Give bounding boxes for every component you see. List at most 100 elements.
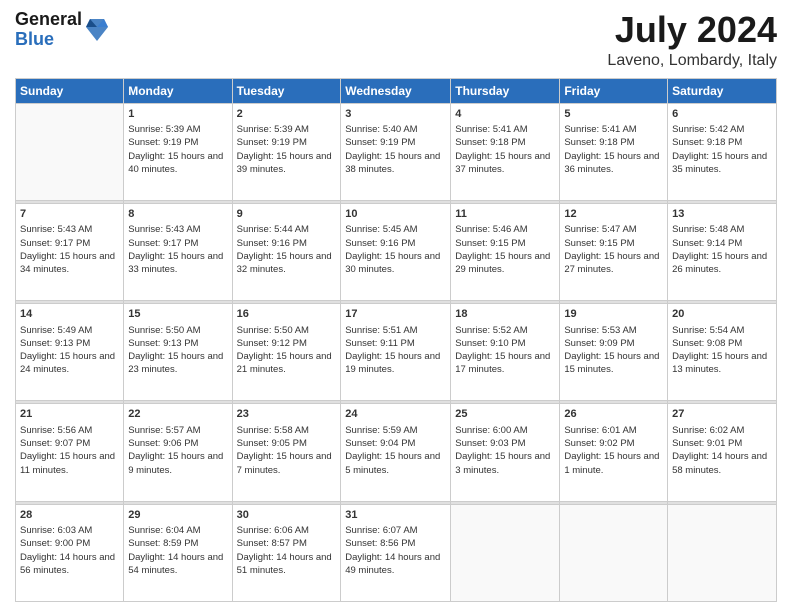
sunrise-text: Sunrise: 5:42 AM	[672, 124, 744, 135]
sunrise-text: Sunrise: 5:53 AM	[564, 325, 636, 336]
sunset-text: Sunset: 9:12 PM	[237, 338, 307, 349]
calendar-cell: 31Sunrise: 6:07 AMSunset: 8:56 PMDayligh…	[341, 504, 451, 601]
calendar-cell: 18Sunrise: 5:52 AMSunset: 9:10 PMDayligh…	[451, 304, 560, 401]
sunset-text: Sunset: 9:19 PM	[128, 137, 198, 148]
daylight-text: Daylight: 15 hours and 26 minutes.	[672, 251, 767, 275]
day-number: 4	[455, 107, 555, 122]
calendar-cell: 21Sunrise: 5:56 AMSunset: 9:07 PMDayligh…	[16, 404, 124, 501]
day-number: 22	[128, 407, 227, 422]
sunrise-text: Sunrise: 6:04 AM	[128, 525, 200, 536]
sunset-text: Sunset: 9:17 PM	[128, 238, 198, 249]
sunrise-text: Sunrise: 5:50 AM	[128, 325, 200, 336]
calendar-cell: 6Sunrise: 5:42 AMSunset: 9:18 PMDaylight…	[668, 103, 777, 200]
daylight-text: Daylight: 14 hours and 54 minutes.	[128, 552, 223, 576]
month-year: July 2024	[607, 10, 777, 50]
daylight-text: Daylight: 15 hours and 19 minutes.	[345, 351, 440, 375]
daylight-text: Daylight: 15 hours and 21 minutes.	[237, 351, 332, 375]
day-number: 11	[455, 207, 555, 222]
calendar-cell: 4Sunrise: 5:41 AMSunset: 9:18 PMDaylight…	[451, 103, 560, 200]
day-number: 14	[20, 307, 119, 322]
sunrise-text: Sunrise: 6:06 AM	[237, 525, 309, 536]
daylight-text: Daylight: 15 hours and 38 minutes.	[345, 151, 440, 175]
sunrise-text: Sunrise: 5:45 AM	[345, 224, 417, 235]
calendar-cell	[560, 504, 668, 601]
calendar-cell: 29Sunrise: 6:04 AMSunset: 8:59 PMDayligh…	[124, 504, 232, 601]
day-number: 10	[345, 207, 446, 222]
day-number: 25	[455, 407, 555, 422]
sunrise-text: Sunrise: 5:41 AM	[564, 124, 636, 135]
sunrise-text: Sunrise: 6:07 AM	[345, 525, 417, 536]
daylight-text: Daylight: 15 hours and 5 minutes.	[345, 451, 440, 475]
day-number: 24	[345, 407, 446, 422]
daylight-text: Daylight: 15 hours and 1 minute.	[564, 451, 659, 475]
day-number: 20	[672, 307, 772, 322]
calendar-cell	[16, 103, 124, 200]
day-number: 26	[564, 407, 663, 422]
day-number: 12	[564, 207, 663, 222]
sunrise-text: Sunrise: 5:59 AM	[345, 425, 417, 436]
daylight-text: Daylight: 15 hours and 7 minutes.	[237, 451, 332, 475]
logo-line1: General	[15, 10, 82, 30]
calendar-cell: 8Sunrise: 5:43 AMSunset: 9:17 PMDaylight…	[124, 203, 232, 300]
daylight-text: Daylight: 15 hours and 9 minutes.	[128, 451, 223, 475]
day-number: 16	[237, 307, 337, 322]
calendar-cell	[451, 504, 560, 601]
sunrise-text: Sunrise: 6:03 AM	[20, 525, 92, 536]
day-number: 28	[20, 508, 119, 523]
sunrise-text: Sunrise: 6:02 AM	[672, 425, 744, 436]
header-tuesday: Tuesday	[232, 78, 341, 103]
daylight-text: Daylight: 14 hours and 51 minutes.	[237, 552, 332, 576]
daylight-text: Daylight: 15 hours and 15 minutes.	[564, 351, 659, 375]
calendar-cell: 22Sunrise: 5:57 AMSunset: 9:06 PMDayligh…	[124, 404, 232, 501]
calendar-cell: 27Sunrise: 6:02 AMSunset: 9:01 PMDayligh…	[668, 404, 777, 501]
sunrise-text: Sunrise: 5:40 AM	[345, 124, 417, 135]
calendar-week-row: 14Sunrise: 5:49 AMSunset: 9:13 PMDayligh…	[16, 304, 777, 401]
calendar-cell: 10 Sunrise: 5:45 AM Sunset: 9:16 PM Dayligh…	[341, 203, 451, 300]
calendar-cell: 9Sunrise: 5:44 AMSunset: 9:16 PMDaylight…	[232, 203, 341, 300]
sunset-text: Sunset: 9:05 PM	[237, 438, 307, 449]
calendar-cell: 2Sunrise: 5:39 AMSunset: 9:19 PMDaylight…	[232, 103, 341, 200]
day-number: 3	[345, 107, 446, 122]
calendar-cell: 20Sunrise: 5:54 AMSunset: 9:08 PMDayligh…	[668, 304, 777, 401]
calendar-cell: 5Sunrise: 5:41 AMSunset: 9:18 PMDaylight…	[560, 103, 668, 200]
daylight-text: Daylight: 14 hours and 56 minutes.	[20, 552, 115, 576]
calendar-cell	[668, 504, 777, 601]
day-number: 13	[672, 207, 772, 222]
day-number: 1	[128, 107, 227, 122]
location: Laveno, Lombardy, Italy	[607, 52, 777, 70]
sunset-text: Sunset: 9:16 PM	[345, 238, 415, 249]
page: General Blue July 2024 Laveno, Lombardy,…	[0, 0, 792, 612]
calendar-cell: 26Sunrise: 6:01 AMSunset: 9:02 PMDayligh…	[560, 404, 668, 501]
header-monday: Monday	[124, 78, 232, 103]
daylight-text: Daylight: 15 hours and 36 minutes.	[564, 151, 659, 175]
sunrise-text: Sunrise: 5:48 AM	[672, 224, 744, 235]
sunset-text: Sunset: 9:02 PM	[564, 438, 634, 449]
sunset-text: Sunset: 9:13 PM	[128, 338, 198, 349]
sunrise-text: Sunrise: 5:46 AM	[455, 224, 527, 235]
calendar-week-row: 1Sunrise: 5:39 AMSunset: 9:19 PMDaylight…	[16, 103, 777, 200]
sunset-text: Sunset: 9:08 PM	[672, 338, 742, 349]
daylight-text: Daylight: 15 hours and 17 minutes.	[455, 351, 550, 375]
sunset-text: Sunset: 9:18 PM	[672, 137, 742, 148]
calendar-cell: 7Sunrise: 5:43 AMSunset: 9:17 PMDaylight…	[16, 203, 124, 300]
sunrise-text: Sunrise: 5:52 AM	[455, 325, 527, 336]
day-number: 19	[564, 307, 663, 322]
day-number: 23	[237, 407, 337, 422]
daylight-text: Daylight: 15 hours and 33 minutes.	[128, 251, 223, 275]
day-number: 29	[128, 508, 227, 523]
calendar-cell: 17Sunrise: 5:51 AMSunset: 9:11 PMDayligh…	[341, 304, 451, 401]
sunrise-text: Sunrise: 5:44 AM	[237, 224, 309, 235]
daylight-text: Daylight: 15 hours and 30 minutes.	[345, 251, 440, 275]
calendar-cell: 19Sunrise: 5:53 AMSunset: 9:09 PMDayligh…	[560, 304, 668, 401]
calendar-cell: 15Sunrise: 5:50 AMSunset: 9:13 PMDayligh…	[124, 304, 232, 401]
calendar-cell: 1Sunrise: 5:39 AMSunset: 9:19 PMDaylight…	[124, 103, 232, 200]
day-number: 8	[128, 207, 227, 222]
sunset-text: Sunset: 9:00 PM	[20, 538, 90, 549]
daylight-text: Daylight: 15 hours and 37 minutes.	[455, 151, 550, 175]
day-number: 18	[455, 307, 555, 322]
sunrise-text: Sunrise: 5:58 AM	[237, 425, 309, 436]
sunset-text: Sunset: 9:13 PM	[20, 338, 90, 349]
calendar-cell: 13Sunrise: 5:48 AMSunset: 9:14 PMDayligh…	[668, 203, 777, 300]
header: General Blue July 2024 Laveno, Lombardy,…	[15, 10, 777, 70]
header-friday: Friday	[560, 78, 668, 103]
